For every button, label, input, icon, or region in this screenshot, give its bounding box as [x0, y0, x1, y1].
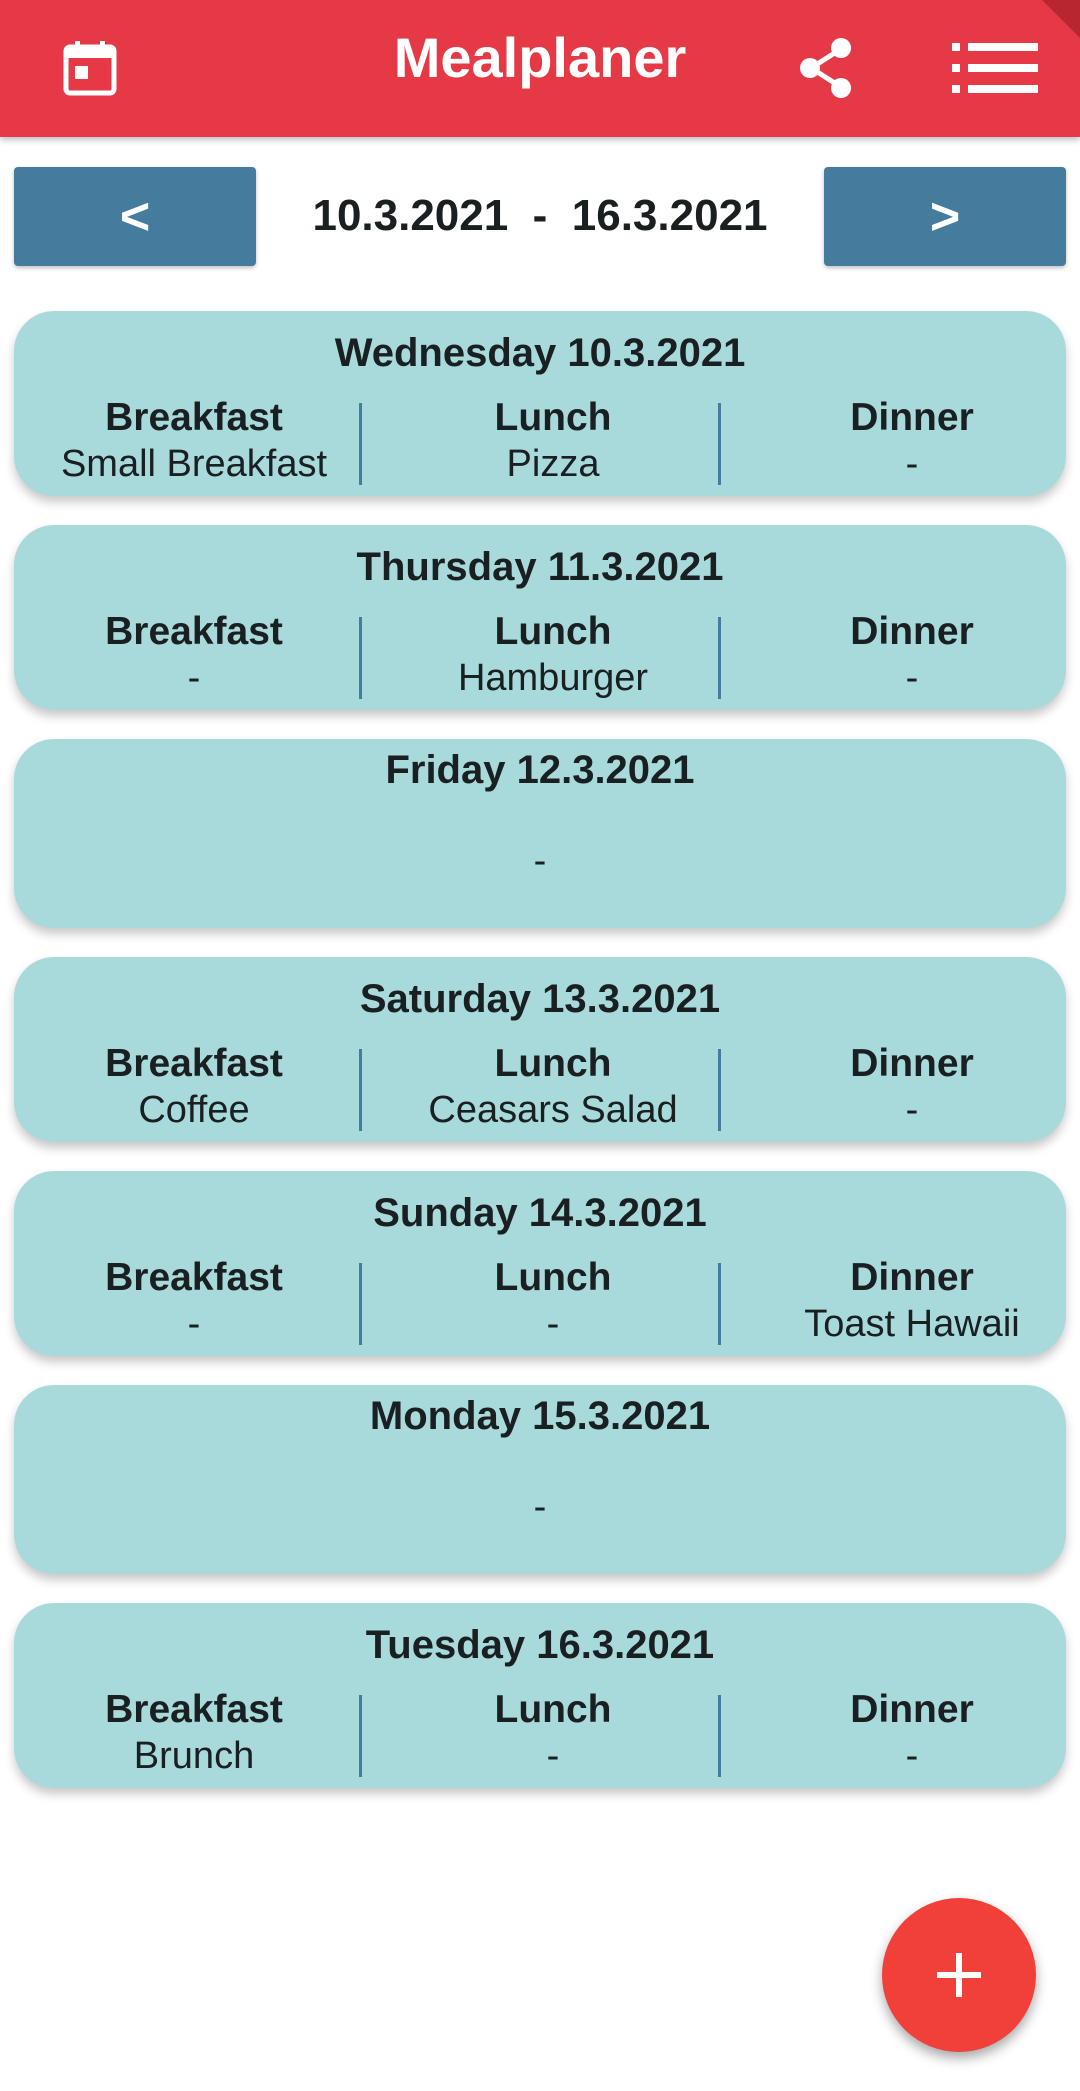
- plus-icon: [937, 1953, 981, 1997]
- meals-row: Breakfast Brunch Lunch - Dinner -: [14, 1687, 1066, 1777]
- meal-dinner: Dinner -: [732, 1687, 1080, 1777]
- week-range: 10.3.2021 - 16.3.2021: [312, 191, 768, 240]
- app-title: Mealplaner: [393, 26, 687, 89]
- meal-value-dinner: -: [905, 1089, 919, 1131]
- meal-label-dinner: Dinner: [850, 1042, 974, 1085]
- meal-value-breakfast: Brunch: [133, 1735, 255, 1777]
- day-title: Tuesday 16.3.2021: [365, 1623, 715, 1667]
- previous-week-button[interactable]: <: [14, 167, 256, 266]
- meal-breakfast: Breakfast Coffee: [14, 1041, 374, 1131]
- app-bar: Mealplaner: [0, 0, 1080, 137]
- day-title: Friday 12.3.2021: [385, 748, 695, 792]
- meal-value-lunch: Ceasars Salad: [428, 1089, 678, 1131]
- meal-label-breakfast: Breakfast: [105, 1042, 283, 1085]
- meal-label-dinner: Dinner: [850, 1256, 974, 1299]
- day-card-sunday[interactable]: Sunday 14.3.2021 Breakfast - Lunch - Din…: [14, 1171, 1066, 1356]
- meal-label-lunch: Lunch: [494, 610, 612, 653]
- next-week-button[interactable]: >: [824, 167, 1066, 266]
- add-meal-button[interactable]: [882, 1898, 1036, 2052]
- day-empty-value: -: [533, 840, 547, 882]
- meal-label-breakfast: Breakfast: [105, 1688, 283, 1731]
- share-icon[interactable]: [780, 22, 872, 114]
- day-card-wednesday[interactable]: Wednesday 10.3.2021 Breakfast Small Brea…: [14, 311, 1066, 496]
- meal-label-lunch: Lunch: [494, 1256, 612, 1299]
- day-card-saturday[interactable]: Saturday 13.3.2021 Breakfast Coffee Lunc…: [14, 957, 1066, 1142]
- meal-value-breakfast: -: [187, 1303, 201, 1345]
- day-card-friday[interactable]: Friday 12.3.2021 -: [14, 739, 1066, 928]
- meal-lunch: Lunch -: [373, 1255, 733, 1345]
- day-empty-value: -: [533, 1486, 547, 1528]
- meal-divider: [718, 1695, 721, 1777]
- meal-value-lunch: -: [546, 1735, 560, 1777]
- meal-divider: [718, 1049, 721, 1131]
- meal-label-lunch: Lunch: [494, 1688, 612, 1731]
- day-title: Saturday 13.3.2021: [359, 977, 721, 1021]
- meal-value-dinner: Toast Hawaii: [804, 1303, 1020, 1345]
- meal-dinner: Dinner -: [732, 1041, 1080, 1131]
- meal-value-breakfast: Coffee: [138, 1089, 250, 1131]
- meal-value-lunch: Pizza: [506, 443, 600, 485]
- meals-row: Breakfast Coffee Lunch Ceasars Salad Din…: [14, 1041, 1066, 1131]
- meal-breakfast: Breakfast -: [14, 1255, 374, 1345]
- meal-lunch: Lunch Pizza: [373, 395, 733, 485]
- meal-divider: [718, 403, 721, 485]
- meal-value-breakfast: Small Breakfast: [60, 443, 328, 485]
- day-card-thursday[interactable]: Thursday 11.3.2021 Breakfast - Lunch Ham…: [14, 525, 1066, 710]
- day-card-tuesday[interactable]: Tuesday 16.3.2021 Breakfast Brunch Lunch…: [14, 1603, 1066, 1788]
- meals-row: Breakfast - Lunch Hamburger Dinner -: [14, 609, 1066, 699]
- day-title: Sunday 14.3.2021: [373, 1191, 707, 1235]
- day-card-monday[interactable]: Monday 15.3.2021 -: [14, 1385, 1066, 1574]
- meal-label-dinner: Dinner: [850, 1688, 974, 1731]
- meal-label-dinner: Dinner: [850, 610, 974, 653]
- meal-value-dinner: -: [905, 1735, 919, 1777]
- meals-row: Breakfast - Lunch - Dinner Toast Hawaii: [14, 1255, 1066, 1345]
- meal-value-dinner: -: [905, 443, 919, 485]
- day-title: Thursday 11.3.2021: [356, 545, 724, 589]
- meal-divider: [359, 1695, 362, 1777]
- day-title: Wednesday 10.3.2021: [334, 331, 746, 375]
- meal-value-lunch: Hamburger: [457, 657, 649, 699]
- meal-label-breakfast: Breakfast: [105, 610, 283, 653]
- meal-value-breakfast: -: [187, 657, 201, 699]
- meal-divider: [359, 617, 362, 699]
- meal-breakfast: Breakfast Brunch: [14, 1687, 374, 1777]
- meal-breakfast: Breakfast Small Breakfast: [14, 395, 374, 485]
- meal-value-dinner: -: [905, 657, 919, 699]
- meal-label-breakfast: Breakfast: [105, 1256, 283, 1299]
- meal-label-dinner: Dinner: [850, 396, 974, 439]
- meal-value-lunch: -: [546, 1303, 560, 1345]
- meal-divider: [359, 1263, 362, 1345]
- meal-dinner: Dinner Toast Hawaii: [732, 1255, 1080, 1345]
- meal-label-lunch: Lunch: [494, 1042, 612, 1085]
- meal-lunch: Lunch Ceasars Salad: [373, 1041, 733, 1131]
- meal-divider: [718, 617, 721, 699]
- meal-lunch: Lunch Hamburger: [373, 609, 733, 699]
- meal-divider: [359, 403, 362, 485]
- meal-label-breakfast: Breakfast: [105, 396, 283, 439]
- meal-dinner: Dinner -: [732, 609, 1080, 699]
- meal-label-lunch: Lunch: [494, 396, 612, 439]
- meal-lunch: Lunch -: [373, 1687, 733, 1777]
- day-title: Monday 15.3.2021: [369, 1394, 711, 1438]
- list-icon[interactable]: [950, 22, 1042, 114]
- meal-breakfast: Breakfast -: [14, 609, 374, 699]
- meal-dinner: Dinner -: [732, 395, 1080, 485]
- meals-row: Breakfast Small Breakfast Lunch Pizza Di…: [14, 395, 1066, 485]
- meal-divider: [718, 1263, 721, 1345]
- meal-divider: [359, 1049, 362, 1131]
